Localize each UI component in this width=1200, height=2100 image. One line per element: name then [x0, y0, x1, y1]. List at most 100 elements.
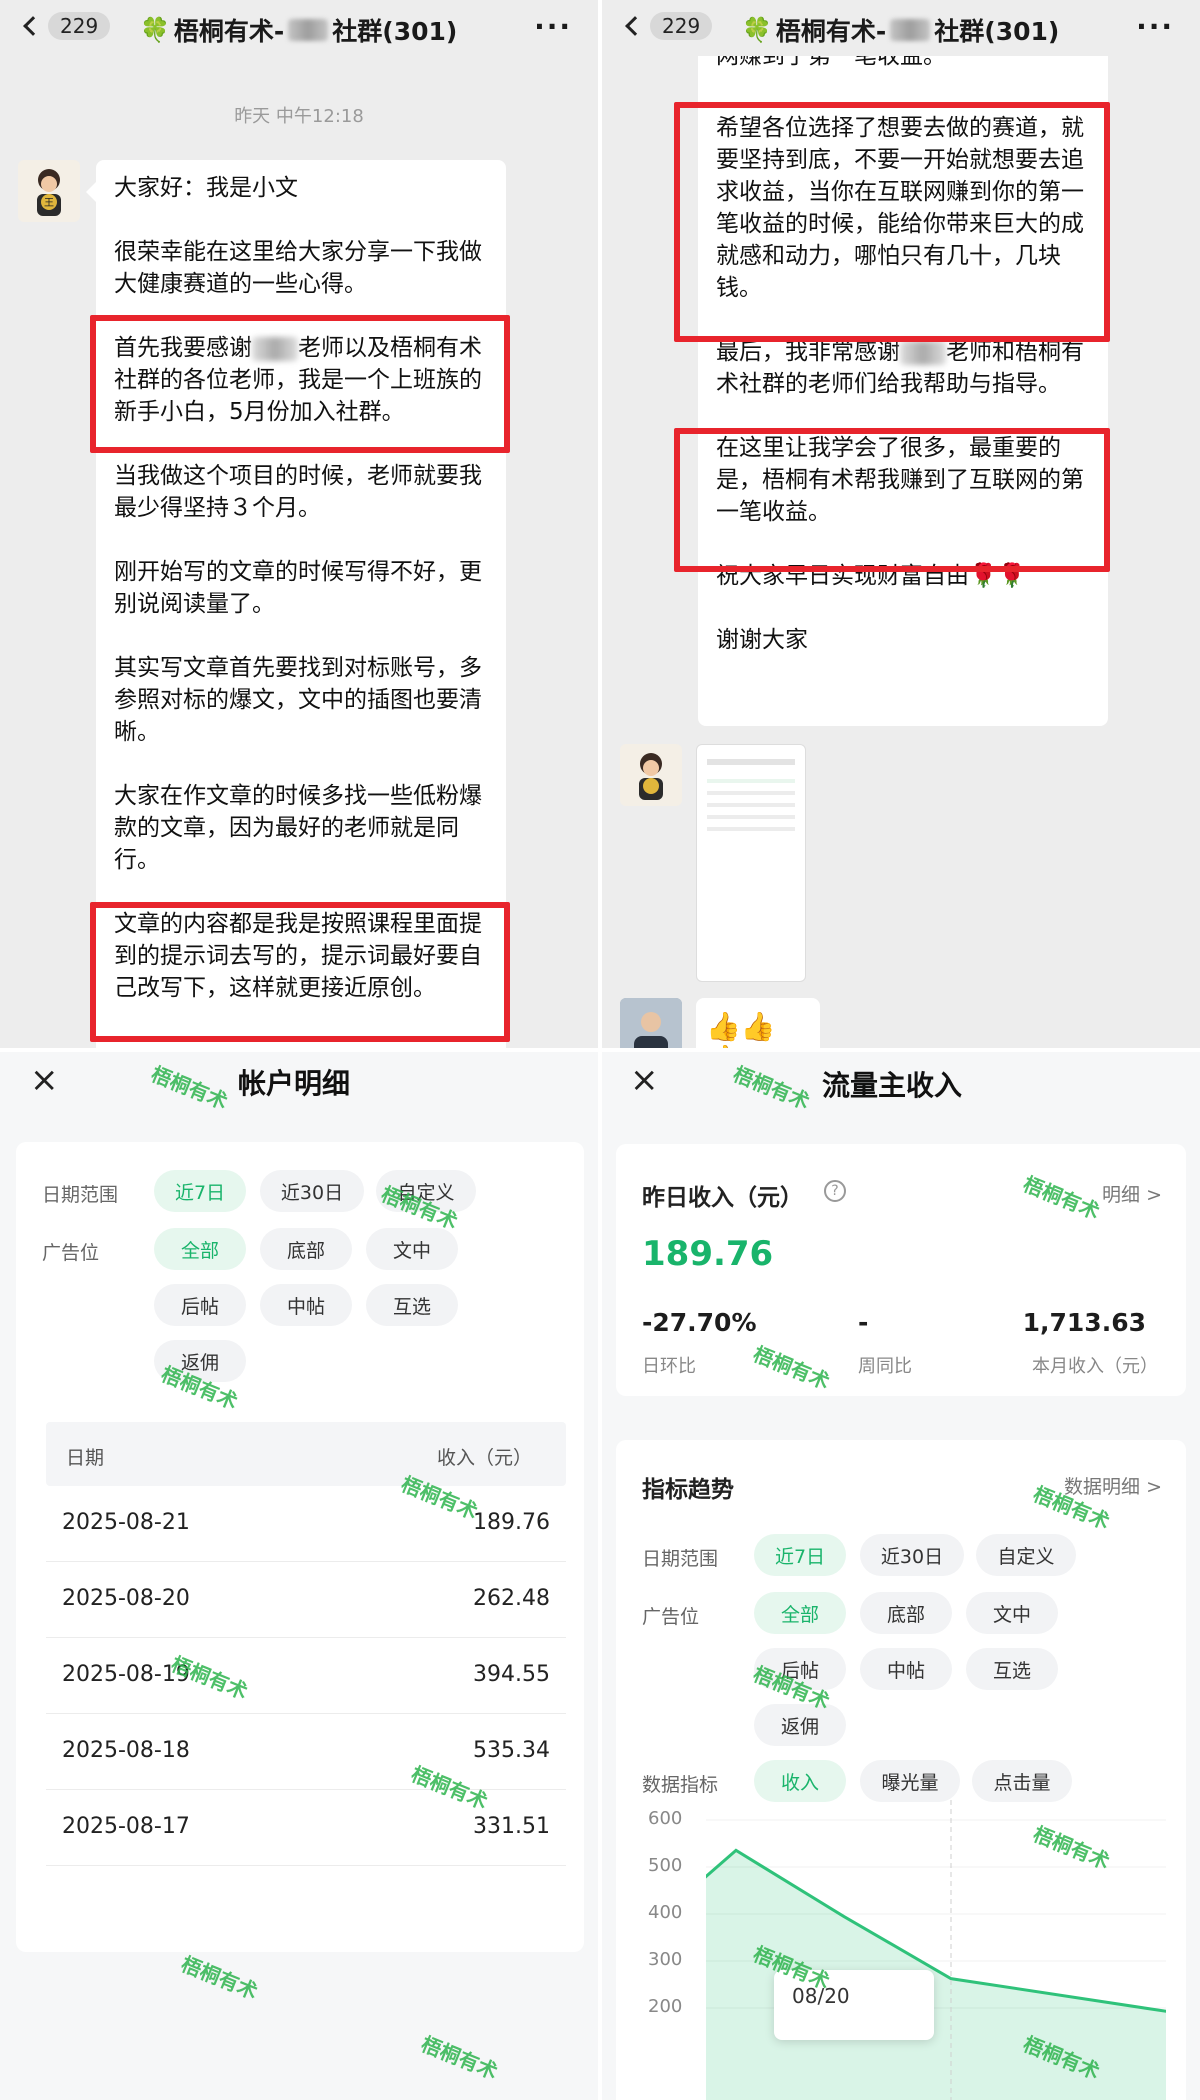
watermark: 梧桐有术 [417, 2031, 502, 2085]
y-tick-label: 200 [648, 1996, 683, 2017]
ad-slot-label: 广告位 [42, 1242, 100, 1264]
chip-7-days[interactable]: 近7日 [754, 1534, 846, 1576]
chevron-left-icon [23, 16, 43, 36]
message-line: 大家好：我是小文 [114, 175, 298, 201]
chip-mutual[interactable]: 互选 [966, 1648, 1058, 1690]
y-tick-label: 600 [648, 1808, 683, 1829]
watermark: 梧桐有术 [147, 1061, 232, 1115]
table-header: 日期 收入（元） [46, 1422, 566, 1486]
blurred-name [890, 19, 931, 41]
help-icon[interactable]: ? [824, 1180, 846, 1202]
highlight-box [90, 902, 510, 1042]
unread-badge: 229 [48, 12, 111, 40]
row-income: 331.51 [473, 1814, 550, 1839]
back-button[interactable]: 229 [22, 12, 111, 40]
chat-title-suffix: 社群(301) [332, 17, 458, 46]
month-income-label: 本月收入（元） [1032, 1356, 1158, 1377]
day-change-value: -27.70% [642, 1308, 757, 1337]
chip-impressions[interactable]: 曝光量 [860, 1760, 960, 1802]
metric-label: 数据指标 [642, 1774, 719, 1796]
chat-title-prefix: 梧桐有术- [173, 17, 285, 46]
chip-clicks[interactable]: 点击量 [972, 1760, 1072, 1802]
chip-rebate[interactable]: 返佣 [754, 1704, 846, 1746]
account-detail-panel: × 帐户明细 日期范围 近7日 近30日 自定义 广告位 全部 底部 文中 后帖… [0, 1052, 598, 2100]
y-tick-label: 300 [648, 1949, 683, 1970]
avatar[interactable]: 王 [18, 160, 80, 222]
row-income: 189.76 [473, 1510, 550, 1535]
row-income: 262.48 [473, 1586, 550, 1611]
more-options-button[interactable]: ··· [1136, 10, 1174, 43]
close-icon[interactable]: × [630, 1060, 659, 1100]
table-row: 2025-08-17 331.51 [46, 1790, 566, 1866]
chip-30-days[interactable]: 近30日 [260, 1170, 364, 1212]
detail-link[interactable]: 明细 > [1102, 1180, 1162, 1207]
chip-all[interactable]: 全部 [754, 1592, 846, 1634]
screenshot-thumbnail[interactable] [696, 744, 806, 982]
blurred-name [900, 340, 946, 365]
column-date: 日期 [66, 1447, 105, 1469]
row-date: 2025-08-21 [62, 1510, 190, 1535]
chat-title: 🍀 梧桐有术- 社群(301) [140, 12, 457, 48]
day-change-label: 日环比 [642, 1356, 696, 1377]
chat-title: 🍀 梧桐有术- 社群(301) [742, 12, 1059, 48]
chip-in-text[interactable]: 文中 [366, 1228, 458, 1270]
week-change-label: 周同比 [858, 1356, 912, 1377]
chip-custom[interactable]: 自定义 [976, 1534, 1076, 1576]
row-date: 2025-08-18 [62, 1738, 190, 1763]
message-line: 很荣幸能在这里给大家分享一下我做大健康赛道的一些心得。 [114, 239, 482, 297]
highlight-box [674, 102, 1110, 342]
chip-after-post[interactable]: 后帖 [154, 1284, 246, 1326]
clover-icon: 🍀 [742, 16, 772, 44]
table-row: 2025-08-21 189.76 [46, 1486, 566, 1562]
table-row: 2025-08-20 262.48 [46, 1562, 566, 1638]
chat-title-prefix: 梧桐有术- [775, 17, 887, 46]
chip-income[interactable]: 收入 [754, 1760, 846, 1802]
avatar[interactable] [620, 998, 682, 1048]
yesterday-income-value: 189.76 [642, 1234, 774, 1274]
chip-mutual[interactable]: 互选 [366, 1284, 458, 1326]
table-row: 2025-08-18 535.34 [46, 1714, 566, 1790]
chat-header: 229 🍀 梧桐有术- 社群(301) ··· [0, 0, 598, 56]
chip-all[interactable]: 全部 [154, 1228, 246, 1270]
yesterday-income-card: 昨日收入（元） ? 明细 > 189.76 -27.70% 日环比 - 周同比 … [616, 1144, 1186, 1396]
close-icon[interactable]: × [30, 1060, 59, 1100]
chat-header: 229 🍀 梧桐有术- 社群(301) ··· [602, 0, 1200, 56]
table-row: 2025-08-19 394.55 [46, 1638, 566, 1714]
message-line: 最后，我非常感谢 老师和梧桐有术社群的老师们给我帮助与指导。 [716, 336, 1090, 400]
chip-mid-post[interactable]: 中帖 [860, 1648, 952, 1690]
message-timestamp: 昨天 中午12:18 [234, 106, 364, 127]
traffic-income-panel: × 流量主收入 昨日收入（元） ? 明细 > 189.76 -27.70% 日环… [602, 1052, 1200, 2100]
row-date: 2025-08-20 [62, 1586, 190, 1611]
chip-7-days[interactable]: 近7日 [154, 1170, 246, 1212]
row-income: 394.55 [473, 1662, 550, 1687]
row-date: 2025-08-17 [62, 1814, 190, 1839]
avatar[interactable] [620, 744, 682, 806]
watermark: 梧桐有术 [177, 1951, 262, 2005]
more-options-button[interactable]: ··· [534, 10, 572, 43]
message-line: 其实写文章首先要找到对标账号，多参照对标的爆文，文中的插图也要清晰。 [114, 655, 482, 745]
page-title: 帐户明细 [238, 1067, 351, 1100]
svg-text:王: 王 [44, 198, 54, 209]
back-button[interactable]: 229 [624, 12, 713, 40]
y-tick-label: 500 [648, 1855, 683, 1876]
yesterday-income-label: 昨日收入（元） [642, 1185, 803, 1211]
chip-30-days[interactable]: 近30日 [860, 1534, 964, 1576]
chevron-left-icon [625, 16, 645, 36]
highlight-box [90, 315, 510, 453]
chat-panel-right: 网赚到了第一笔收益。 希望各位选择了想要去做的赛道，就要坚持到底，不要一开始就想… [602, 0, 1200, 1048]
clover-icon: 🍀 [140, 16, 170, 44]
unread-badge: 229 [650, 12, 713, 40]
chip-bottom[interactable]: 底部 [860, 1592, 952, 1634]
trend-card: 指标趋势 数据明细 > 日期范围 近7日 近30日 自定义 广告位 全部 底部 … [616, 1440, 1186, 2100]
chip-mid-post[interactable]: 中帖 [260, 1284, 352, 1326]
chat-title-suffix: 社群(301) [934, 17, 1060, 46]
emoji-bubble[interactable]: 👍👍👍 [696, 998, 820, 1048]
message-line: 当我做这个项目的时候，老师就要我最少得坚持３个月。 [114, 463, 482, 521]
bubble-tail [86, 182, 96, 202]
filter-card: 日期范围 近7日 近30日 自定义 广告位 全部 底部 文中 后帖 中帖 互选 … [16, 1142, 584, 1952]
chip-bottom[interactable]: 底部 [260, 1228, 352, 1270]
chip-in-text[interactable]: 文中 [966, 1592, 1058, 1634]
message-line: 谢谢大家 [716, 627, 808, 653]
message-line: 刚开始写的文章的时候写得不好，更别说阅读量了。 [114, 559, 482, 617]
week-change-value: - [858, 1308, 869, 1337]
